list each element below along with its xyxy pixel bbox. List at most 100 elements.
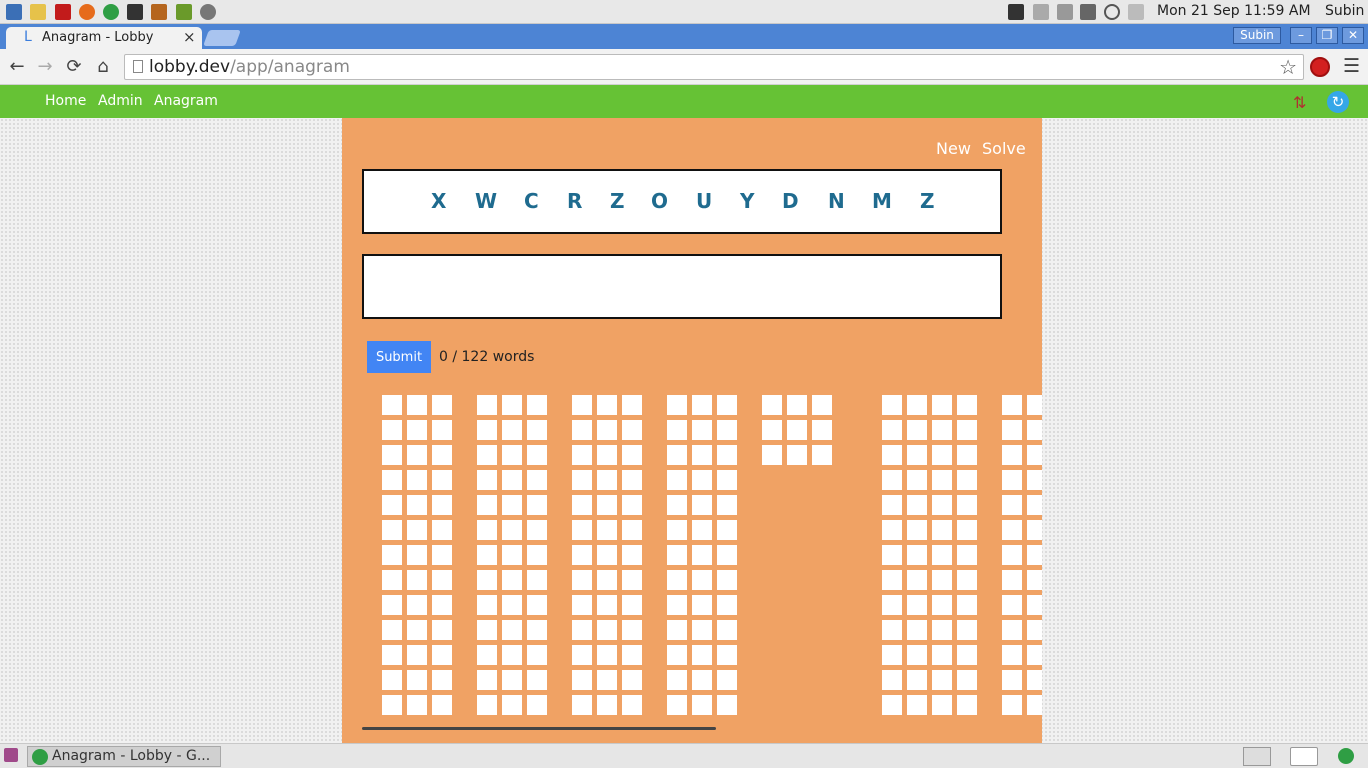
back-icon[interactable]: ← [6, 56, 28, 78]
word-slot-box [597, 420, 617, 440]
reload-icon[interactable]: ⟳ [63, 56, 85, 78]
network-icon[interactable] [200, 4, 216, 20]
minimize-button[interactable]: – [1290, 27, 1312, 44]
word-slot-box [432, 420, 452, 440]
chrome-icon [32, 749, 48, 765]
adblock-extension-icon[interactable] [1310, 57, 1330, 77]
maximize-button[interactable]: ❐ [1316, 27, 1338, 44]
workspace-icon[interactable] [1243, 747, 1271, 766]
word-slot-box [432, 620, 452, 640]
tab-close-icon[interactable]: × [183, 28, 196, 46]
word-slot-box [407, 670, 427, 690]
tools-icon[interactable]: ⇅ [1293, 93, 1311, 112]
word-slot-box [957, 495, 977, 515]
taskbar-item-chrome[interactable]: Anagram - Lobby - G... [27, 746, 221, 767]
tab-title: Anagram - Lobby [42, 30, 154, 45]
nav-link-admin[interactable]: Admin [98, 93, 143, 109]
menu-icon[interactable]: ☰ [1343, 55, 1360, 77]
terminal-tray-icon[interactable] [1008, 4, 1024, 20]
signal-icon[interactable] [1080, 4, 1096, 20]
word-slot-box [692, 420, 712, 440]
screenshot-icon[interactable] [1057, 4, 1073, 20]
clock-icon[interactable] [1104, 4, 1120, 20]
terminal-icon[interactable] [127, 4, 143, 20]
file-manager-icon[interactable] [30, 4, 46, 20]
word-slot-box [882, 645, 902, 665]
gamepad-icon[interactable] [176, 4, 192, 20]
display-icon[interactable] [1128, 4, 1144, 20]
word-slot-box [957, 595, 977, 615]
app-launcher-icon[interactable] [6, 4, 22, 20]
word-slot-box [932, 670, 952, 690]
answer-input[interactable] [362, 254, 1002, 319]
word-slot-box [382, 445, 402, 465]
word-slot-box [477, 520, 497, 540]
anagram-panel: New Solve X W C R Z O U Y D N M Z Submit… [342, 118, 1042, 743]
record-icon[interactable] [1290, 747, 1318, 766]
paint-icon[interactable] [151, 4, 167, 20]
word-slot-box [907, 470, 927, 490]
word-slot-box [382, 470, 402, 490]
word-slot-box [717, 595, 737, 615]
word-slot-box [1027, 620, 1042, 640]
word-slot-box [572, 520, 592, 540]
word-slot-box [882, 520, 902, 540]
solve-link[interactable]: Solve [982, 139, 1026, 158]
word-slot-box [382, 620, 402, 640]
browser-tab-active[interactable]: L Anagram - Lobby × [6, 27, 202, 49]
firefox-icon[interactable] [79, 4, 95, 20]
system-clock[interactable]: Mon 21 Sep 11:59 AM [1157, 3, 1311, 19]
letter-tile: N [828, 189, 845, 213]
forward-icon[interactable]: → [34, 56, 56, 78]
word-slot-box [907, 645, 927, 665]
word-slot-box [527, 570, 547, 590]
word-slot-box [502, 670, 522, 690]
filezilla-icon[interactable] [55, 4, 71, 20]
submit-button[interactable]: Submit [367, 341, 431, 373]
word-slot-box [432, 470, 452, 490]
chrome-icon[interactable] [103, 4, 119, 20]
word-slot-box [407, 420, 427, 440]
word-slot-box [812, 445, 832, 465]
home-icon[interactable]: ⌂ [92, 56, 114, 78]
new-tab-button[interactable] [203, 30, 241, 46]
bookmark-star-icon[interactable]: ☆ [1279, 55, 1297, 79]
word-slot-box [502, 595, 522, 615]
word-slot-box [622, 595, 642, 615]
word-slot-box [957, 645, 977, 665]
word-slot-box [477, 620, 497, 640]
new-game-link[interactable]: New [936, 139, 971, 158]
nav-link-home[interactable]: Home [45, 93, 86, 109]
word-slot-box [882, 495, 902, 515]
word-slot-box [527, 395, 547, 415]
session-user[interactable]: Subin [1325, 3, 1364, 19]
word-slot-box [477, 445, 497, 465]
printer-icon[interactable] [1033, 4, 1049, 20]
profile-button[interactable]: Subin [1233, 27, 1281, 44]
word-slot-box [907, 620, 927, 640]
word-slot-box [907, 695, 927, 715]
address-bar[interactable]: lobby.dev/app/anagram ☆ [124, 54, 1304, 80]
sync-icon[interactable]: ↻ [1327, 91, 1349, 113]
nav-link-anagram[interactable]: Anagram [154, 93, 218, 109]
word-slot-box [477, 395, 497, 415]
word-slot-box [717, 520, 737, 540]
word-slot-box [717, 445, 737, 465]
word-slot-box [1002, 420, 1022, 440]
word-slot-box [907, 595, 927, 615]
word-slot-box [692, 595, 712, 615]
word-slot-box [527, 620, 547, 640]
word-slot-box [432, 445, 452, 465]
word-slot-box [572, 570, 592, 590]
word-slot-box [527, 445, 547, 465]
word-slot-box [502, 570, 522, 590]
close-window-button[interactable]: ✕ [1342, 27, 1364, 44]
show-desktop-icon[interactable] [4, 748, 18, 762]
word-slot-box [622, 395, 642, 415]
word-slot-box [407, 445, 427, 465]
word-slot-box [1027, 670, 1042, 690]
taskbar-item-label: Anagram - Lobby - G... [52, 748, 211, 764]
horizontal-scrollbar[interactable] [362, 727, 716, 730]
word-slot-box [432, 670, 452, 690]
chrome-tray-icon[interactable] [1338, 748, 1354, 764]
